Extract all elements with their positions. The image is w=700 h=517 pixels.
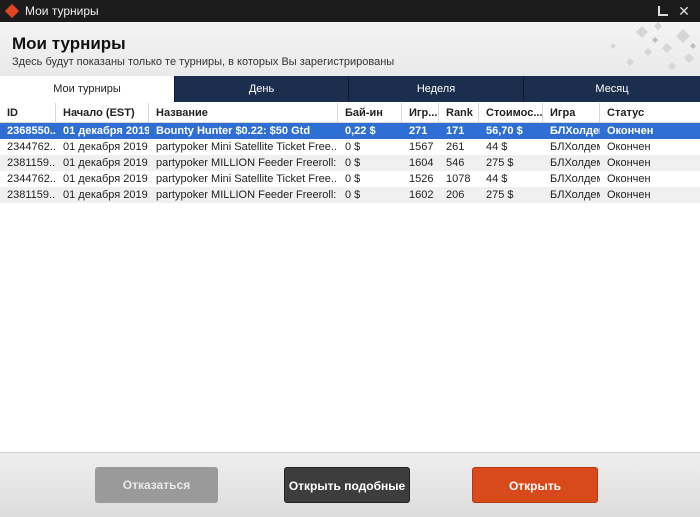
cell-cost: 275 $ <box>486 189 514 201</box>
cell-game: БЛХолдем <box>550 125 600 137</box>
cell-players: 1526 <box>409 173 434 185</box>
cell-start: 01 декабря 2019... <box>63 189 149 201</box>
cancel-button[interactable]: Отказаться <box>95 467 218 503</box>
cell-cost: 275 $ <box>486 157 514 169</box>
table-row[interactable]: 2344762... 01 декабря 2019... partypoker… <box>0 139 700 155</box>
cell-buyin: 0 $ <box>345 189 361 201</box>
cell-players: 1604 <box>409 157 434 169</box>
cell-name: partypoker MILLION Feeder Freeroll: ... <box>156 189 338 201</box>
period-tabs: Мои турниры День Неделя Месяц <box>0 76 700 102</box>
cell-game: БЛХолдем <box>550 173 600 185</box>
cell-status: Окончен <box>607 141 651 153</box>
cell-status: Окончен <box>607 157 651 169</box>
cell-id: 2344762... <box>7 173 56 185</box>
cell-players: 271 <box>409 125 428 137</box>
cell-status: Окончен <box>607 173 651 185</box>
cell-id: 2368550... <box>7 125 56 137</box>
cell-name: Bounty Hunter $0.22: $50 Gtd <box>156 125 311 137</box>
table-row[interactable]: 2344762... 01 декабря 2019... partypoker… <box>0 171 700 187</box>
suit-pattern-decoration <box>610 22 696 70</box>
column-header-game[interactable]: Игра <box>543 103 600 122</box>
column-header-rank[interactable]: Rank <box>439 103 479 122</box>
table-row[interactable]: 2368550... 01 декабря 2019... Bounty Hun… <box>0 123 700 139</box>
table-row[interactable]: 2381159... 01 декабря 2019... partypoker… <box>0 187 700 203</box>
cell-status: Окончен <box>607 189 651 201</box>
cell-rank: 546 <box>446 157 465 169</box>
open-similar-button[interactable]: Открыть подобные <box>284 467 410 503</box>
page-header: Мои турниры Здесь будут показаны только … <box>0 22 700 76</box>
cell-name: partypoker Mini Satellite Ticket Free... <box>156 173 338 185</box>
window-title: Мои турниры <box>25 4 99 18</box>
column-header-status[interactable]: Статус <box>600 103 662 122</box>
cell-game: БЛХолдем <box>550 157 600 169</box>
cell-id: 2381159... <box>7 189 56 201</box>
cell-id: 2344762... <box>7 141 56 153</box>
cell-buyin: 0 $ <box>345 173 361 185</box>
tab-my-tournaments[interactable]: Мои турниры <box>0 76 175 102</box>
cell-cost: 44 $ <box>486 173 508 185</box>
column-header-cost[interactable]: Стоимос... <box>479 103 543 122</box>
tab-week[interactable]: Неделя <box>349 76 524 102</box>
cell-start: 01 декабря 2019... <box>63 157 149 169</box>
cell-rank: 261 <box>446 141 465 153</box>
cell-rank: 206 <box>446 189 465 201</box>
cell-players: 1567 <box>409 141 434 153</box>
cell-rank: 1078 <box>446 173 471 185</box>
column-header-buyin[interactable]: Бай-ин <box>338 103 402 122</box>
cell-cost: 44 $ <box>486 141 508 153</box>
tournaments-table: ID Начало (EST) Название Бай-ин Игр... R… <box>0 103 700 203</box>
window-titlebar: Мои турниры ✕ <box>0 0 700 22</box>
cell-name: partypoker Mini Satellite Ticket Free... <box>156 141 338 153</box>
cell-status: Окончен <box>607 125 654 137</box>
cell-buyin: 0 $ <box>345 141 361 153</box>
dialog-footer: Отказаться Открыть подобные Открыть <box>0 452 700 517</box>
open-button[interactable]: Открыть <box>472 467 598 503</box>
cell-id: 2381159... <box>7 157 56 169</box>
cell-cost: 56,70 $ <box>486 125 523 137</box>
minimize-icon[interactable] <box>658 6 668 16</box>
cell-buyin: 0 $ <box>345 157 361 169</box>
cell-game: БЛХолдем <box>550 141 600 153</box>
tab-day[interactable]: День <box>175 76 349 102</box>
table-row[interactable]: 2381159... 01 декабря 2019... partypoker… <box>0 155 700 171</box>
cell-players: 1602 <box>409 189 434 201</box>
tab-month[interactable]: Месяц <box>524 76 700 102</box>
close-icon[interactable]: ✕ <box>676 3 692 19</box>
column-header-id[interactable]: ID <box>0 103 56 122</box>
cell-start: 01 декабря 2019... <box>63 125 149 137</box>
cell-name: partypoker MILLION Feeder Freeroll: ... <box>156 157 338 169</box>
partypoker-diamond-icon <box>4 3 20 19</box>
cell-start: 01 декабря 2019... <box>63 141 149 153</box>
column-header-name[interactable]: Название <box>149 103 338 122</box>
column-header-start[interactable]: Начало (EST) <box>56 103 149 122</box>
page-subtitle: Здесь будут показаны только те турниры, … <box>12 56 395 68</box>
cell-rank: 171 <box>446 125 465 137</box>
page-title: Мои турниры <box>12 34 126 53</box>
cell-buyin: 0,22 $ <box>345 125 376 137</box>
column-header-players[interactable]: Игр... <box>402 103 439 122</box>
cell-game: БЛХолдем <box>550 189 600 201</box>
cell-start: 01 декабря 2019... <box>63 173 149 185</box>
table-header: ID Начало (EST) Название Бай-ин Игр... R… <box>0 103 700 123</box>
